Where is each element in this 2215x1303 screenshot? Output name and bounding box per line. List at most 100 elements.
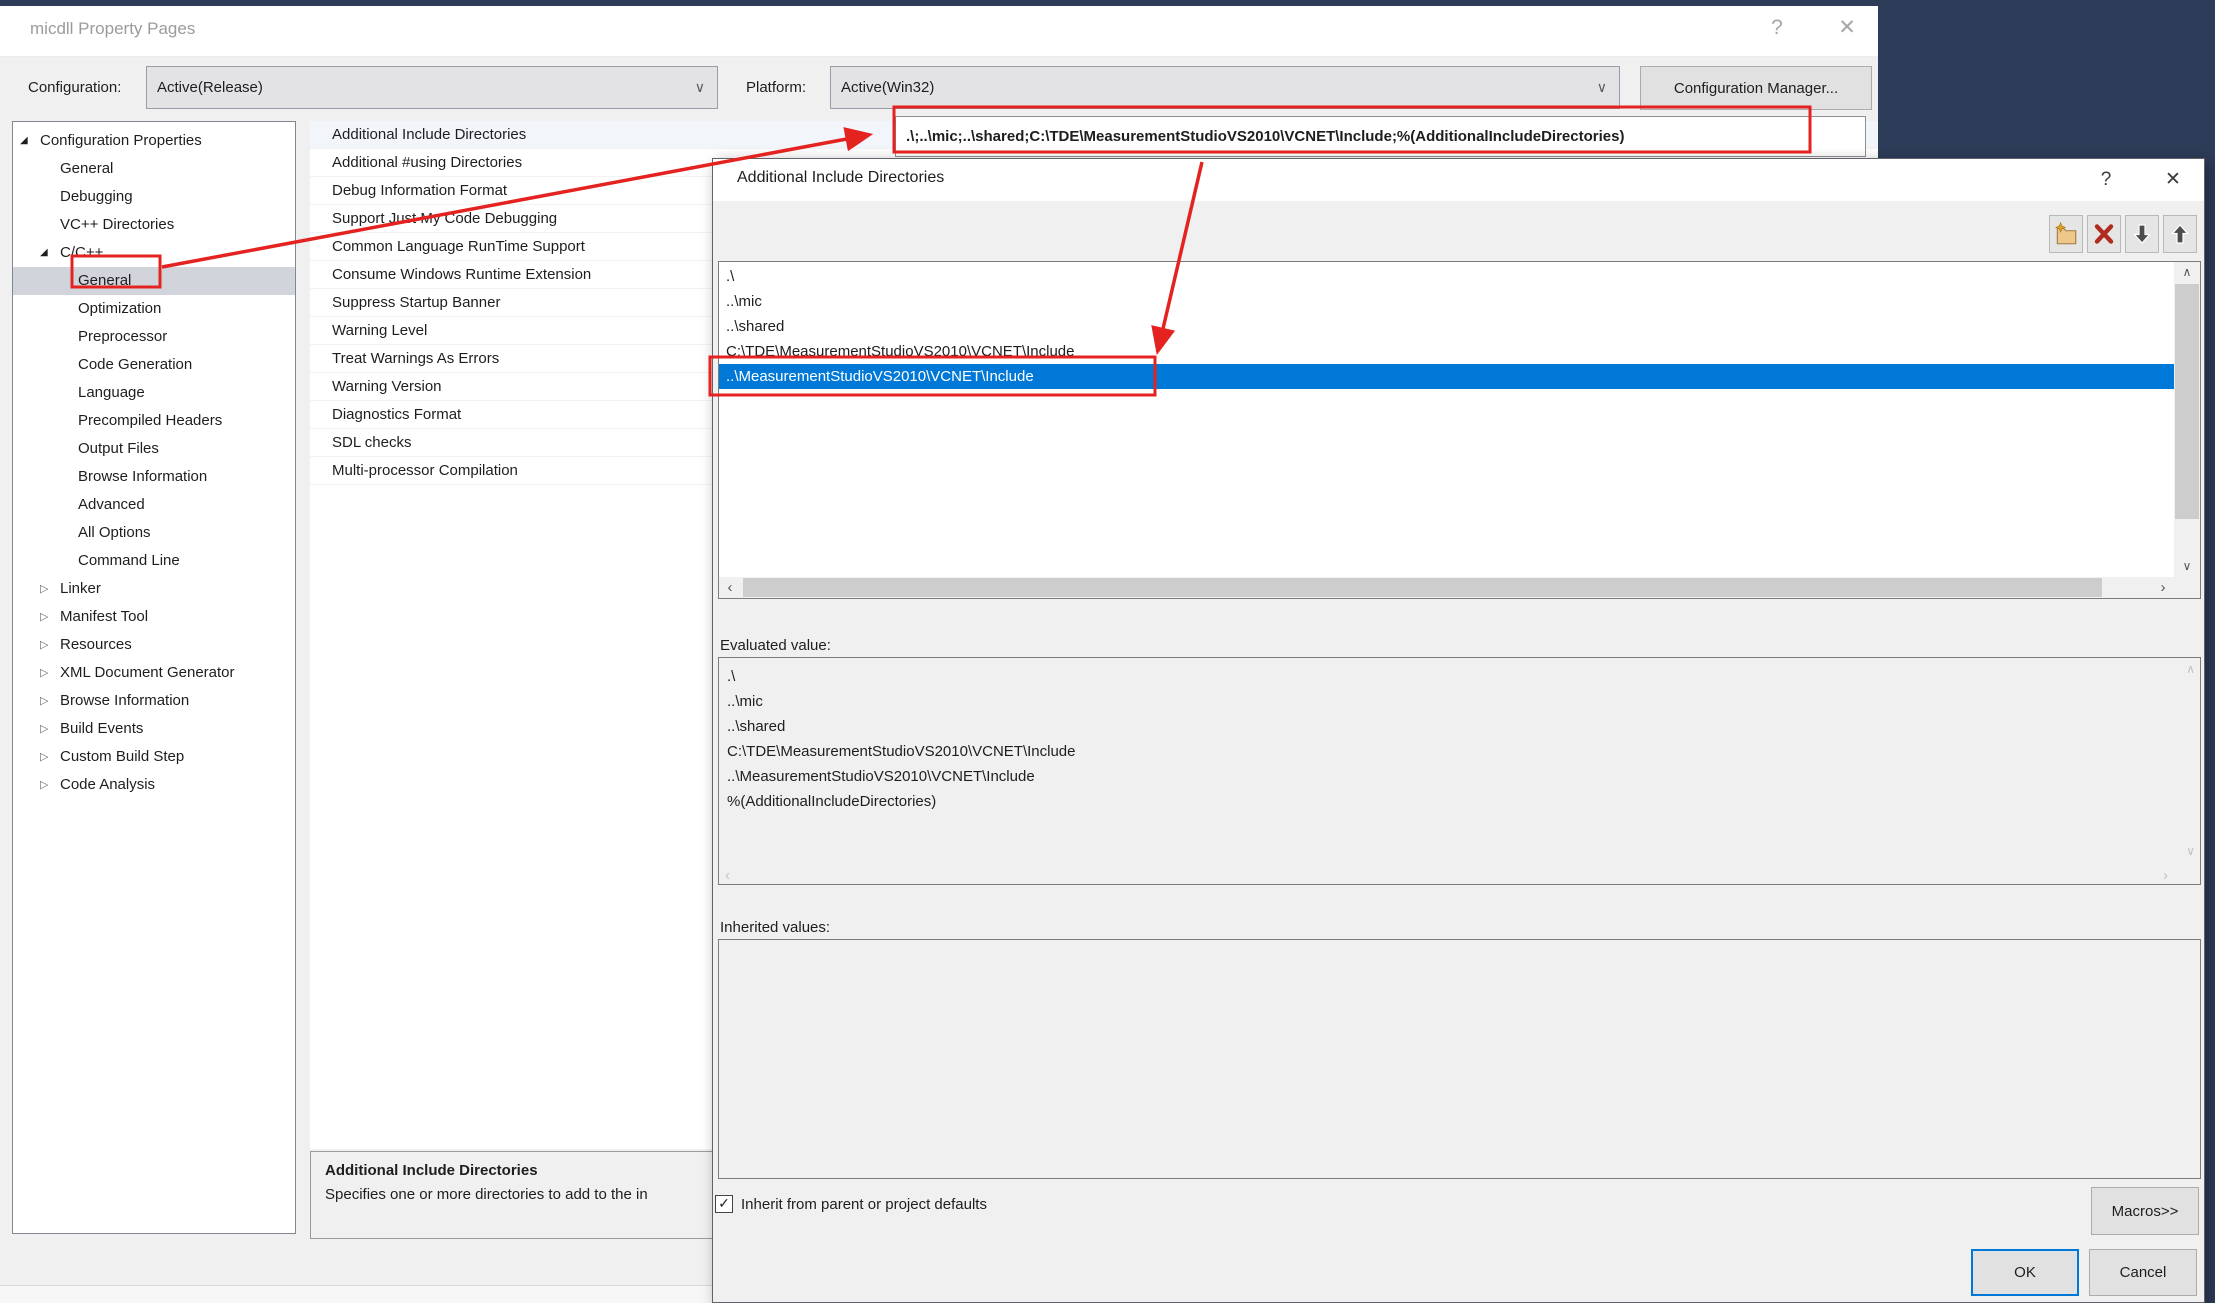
tree-item-vc-directories[interactable]: VC++ Directories	[13, 211, 295, 239]
tree-item-xml-document-generator[interactable]: ▷XML Document Generator	[13, 659, 295, 687]
tree-item-advanced[interactable]: Advanced	[13, 491, 295, 519]
tree-item-all-options[interactable]: All Options	[13, 519, 295, 547]
tree-item-label: Manifest Tool	[60, 608, 148, 625]
directory-list-item[interactable]: ..\mic	[719, 289, 2174, 314]
dialog-toolbar	[2049, 215, 2197, 253]
scroll-right-icon: ›	[2163, 867, 2168, 884]
evaluated-value-line: %(AdditionalIncludeDirectories)	[727, 789, 2172, 814]
vertical-scrollbar[interactable]: ∧ ∨	[2174, 262, 2200, 577]
help-icon[interactable]: ?	[2088, 163, 2124, 197]
delete-icon	[2092, 222, 2116, 246]
tree-item-command-line[interactable]: Command Line	[13, 547, 295, 575]
new-line-button[interactable]	[2049, 215, 2083, 253]
collapsed-triangle-icon[interactable]: ▷	[40, 771, 60, 799]
tree-item-label: Precompiled Headers	[78, 412, 222, 429]
tree-item-general[interactable]: General	[13, 267, 295, 295]
tree-item-browse-information[interactable]: Browse Information	[13, 463, 295, 491]
platform-value: Active(Win32)	[841, 67, 934, 108]
tree-item-linker[interactable]: ▷Linker	[13, 575, 295, 603]
collapsed-triangle-icon[interactable]: ▷	[40, 715, 60, 743]
tree-item-label: All Options	[78, 524, 151, 541]
dialog-titlebar[interactable]: Additional Include Directories ? ✕	[713, 159, 2204, 201]
configuration-value: Active(Release)	[157, 67, 263, 108]
directory-list-item[interactable]: ..\shared	[719, 314, 2174, 339]
tree-item-label: VC++ Directories	[60, 216, 174, 233]
tree-item-label: Language	[78, 384, 145, 401]
tree-item-general[interactable]: General	[13, 155, 295, 183]
platform-dropdown[interactable]: Active(Win32) ∨	[830, 66, 1620, 109]
evaluated-value-line: C:\TDE\MeasurementStudioVS2010\VCNET\Inc…	[727, 739, 2172, 764]
evaluated-value-line: ..\shared	[727, 714, 2172, 739]
desktop-background: micdll Property Pages ? ✕ Configuration:…	[0, 0, 2215, 1303]
tree-item-output-files[interactable]: Output Files	[13, 435, 295, 463]
dialog-title: Additional Include Directories	[737, 169, 944, 187]
evaluated-value-line: ..\MeasurementStudioVS2010\VCNET\Include	[727, 764, 2172, 789]
tree-item-label: C/C++	[60, 244, 103, 261]
expanded-triangle-icon[interactable]: ◢	[20, 127, 40, 155]
collapsed-triangle-icon[interactable]: ▷	[40, 631, 60, 659]
tree-item-label: Optimization	[78, 300, 161, 317]
horizontal-scrollbar[interactable]: ‹ ›	[719, 577, 2174, 598]
property-pages-titlebar[interactable]: micdll Property Pages ? ✕	[0, 6, 1878, 57]
evaluated-value-line: ..\mic	[727, 689, 2172, 714]
inherited-values-label: Inherited values:	[720, 919, 830, 936]
chevron-down-icon: ∨	[695, 67, 705, 108]
tree-item-code-generation[interactable]: Code Generation	[13, 351, 295, 379]
tree-item-label: Configuration Properties	[40, 132, 202, 149]
additional-include-directories-value-field[interactable]: .\;..\mic;..\shared;C:\TDE\MeasurementSt…	[895, 116, 1866, 157]
tree-item-label: Output Files	[78, 440, 159, 457]
configuration-label: Configuration:	[28, 79, 121, 96]
tree-item-code-analysis[interactable]: ▷Code Analysis	[13, 771, 295, 799]
scroll-up-icon[interactable]: ∧	[2174, 262, 2200, 283]
tree-item-debugging[interactable]: Debugging	[13, 183, 295, 211]
directory-list-item[interactable]: .\	[719, 264, 2174, 289]
tree-item-configuration-properties[interactable]: ◢Configuration Properties	[13, 127, 295, 155]
tree-item-precompiled-headers[interactable]: Precompiled Headers	[13, 407, 295, 435]
tree-item-preprocessor[interactable]: Preprocessor	[13, 323, 295, 351]
close-icon[interactable]: ✕	[1827, 8, 1867, 48]
tree-item-optimization[interactable]: Optimization	[13, 295, 295, 323]
tree-item-label: Linker	[60, 580, 101, 597]
help-icon[interactable]: ?	[1757, 8, 1797, 48]
scroll-left-icon[interactable]: ‹	[719, 577, 741, 598]
collapsed-triangle-icon[interactable]: ▷	[40, 687, 60, 715]
tree-item-label: Command Line	[78, 552, 180, 569]
collapsed-triangle-icon[interactable]: ▷	[40, 743, 60, 771]
chevron-down-icon: ∨	[1597, 67, 1607, 108]
scroll-right-icon[interactable]: ›	[2152, 577, 2174, 598]
scrollbar-thumb[interactable]	[2175, 284, 2199, 519]
tree-item-custom-build-step[interactable]: ▷Custom Build Step	[13, 743, 295, 771]
close-icon[interactable]: ✕	[2155, 163, 2191, 197]
collapsed-triangle-icon[interactable]: ▷	[40, 659, 60, 687]
scroll-down-icon[interactable]: ∨	[2174, 556, 2200, 577]
tree-item-label: XML Document Generator	[60, 664, 235, 681]
collapsed-triangle-icon[interactable]: ▷	[40, 575, 60, 603]
tree-item-label: Code Analysis	[60, 776, 155, 793]
tree-item-label: Debugging	[60, 188, 133, 205]
scrollbar-thumb[interactable]	[743, 578, 2102, 597]
move-down-button[interactable]	[2125, 215, 2159, 253]
collapsed-triangle-icon[interactable]: ▷	[40, 603, 60, 631]
directory-list-item[interactable]: ..\MeasurementStudioVS2010\VCNET\Include	[719, 364, 2174, 389]
inherit-checkbox[interactable]: ✓	[715, 1195, 733, 1213]
tree-item-language[interactable]: Language	[13, 379, 295, 407]
tree-item-browse-information[interactable]: ▷Browse Information	[13, 687, 295, 715]
include-directories-listbox[interactable]: .\..\mic..\sharedC:\TDE\MeasurementStudi…	[718, 261, 2201, 599]
tree-item-label: General	[78, 272, 131, 289]
cancel-button[interactable]: Cancel	[2089, 1249, 2197, 1296]
tree-item-build-events[interactable]: ▷Build Events	[13, 715, 295, 743]
tree-item-label: Preprocessor	[78, 328, 167, 345]
directory-list-item[interactable]: C:\TDE\MeasurementStudioVS2010\VCNET\Inc…	[719, 339, 2174, 364]
expanded-triangle-icon[interactable]: ◢	[40, 239, 60, 267]
macros-button[interactable]: Macros>>	[2091, 1187, 2199, 1235]
ok-button[interactable]: OK	[1971, 1249, 2079, 1296]
move-down-icon	[2130, 222, 2154, 246]
tree-item-c-c[interactable]: ◢C/C++	[13, 239, 295, 267]
evaluated-value-lines: .\..\mic..\sharedC:\TDE\MeasurementStudi…	[719, 664, 2172, 814]
tree-item-resources[interactable]: ▷Resources	[13, 631, 295, 659]
configuration-manager-button[interactable]: Configuration Manager...	[1640, 66, 1872, 110]
move-up-button[interactable]	[2163, 215, 2197, 253]
delete-button[interactable]	[2087, 215, 2121, 253]
tree-item-manifest-tool[interactable]: ▷Manifest Tool	[13, 603, 295, 631]
configuration-dropdown[interactable]: Active(Release) ∨	[146, 66, 718, 109]
